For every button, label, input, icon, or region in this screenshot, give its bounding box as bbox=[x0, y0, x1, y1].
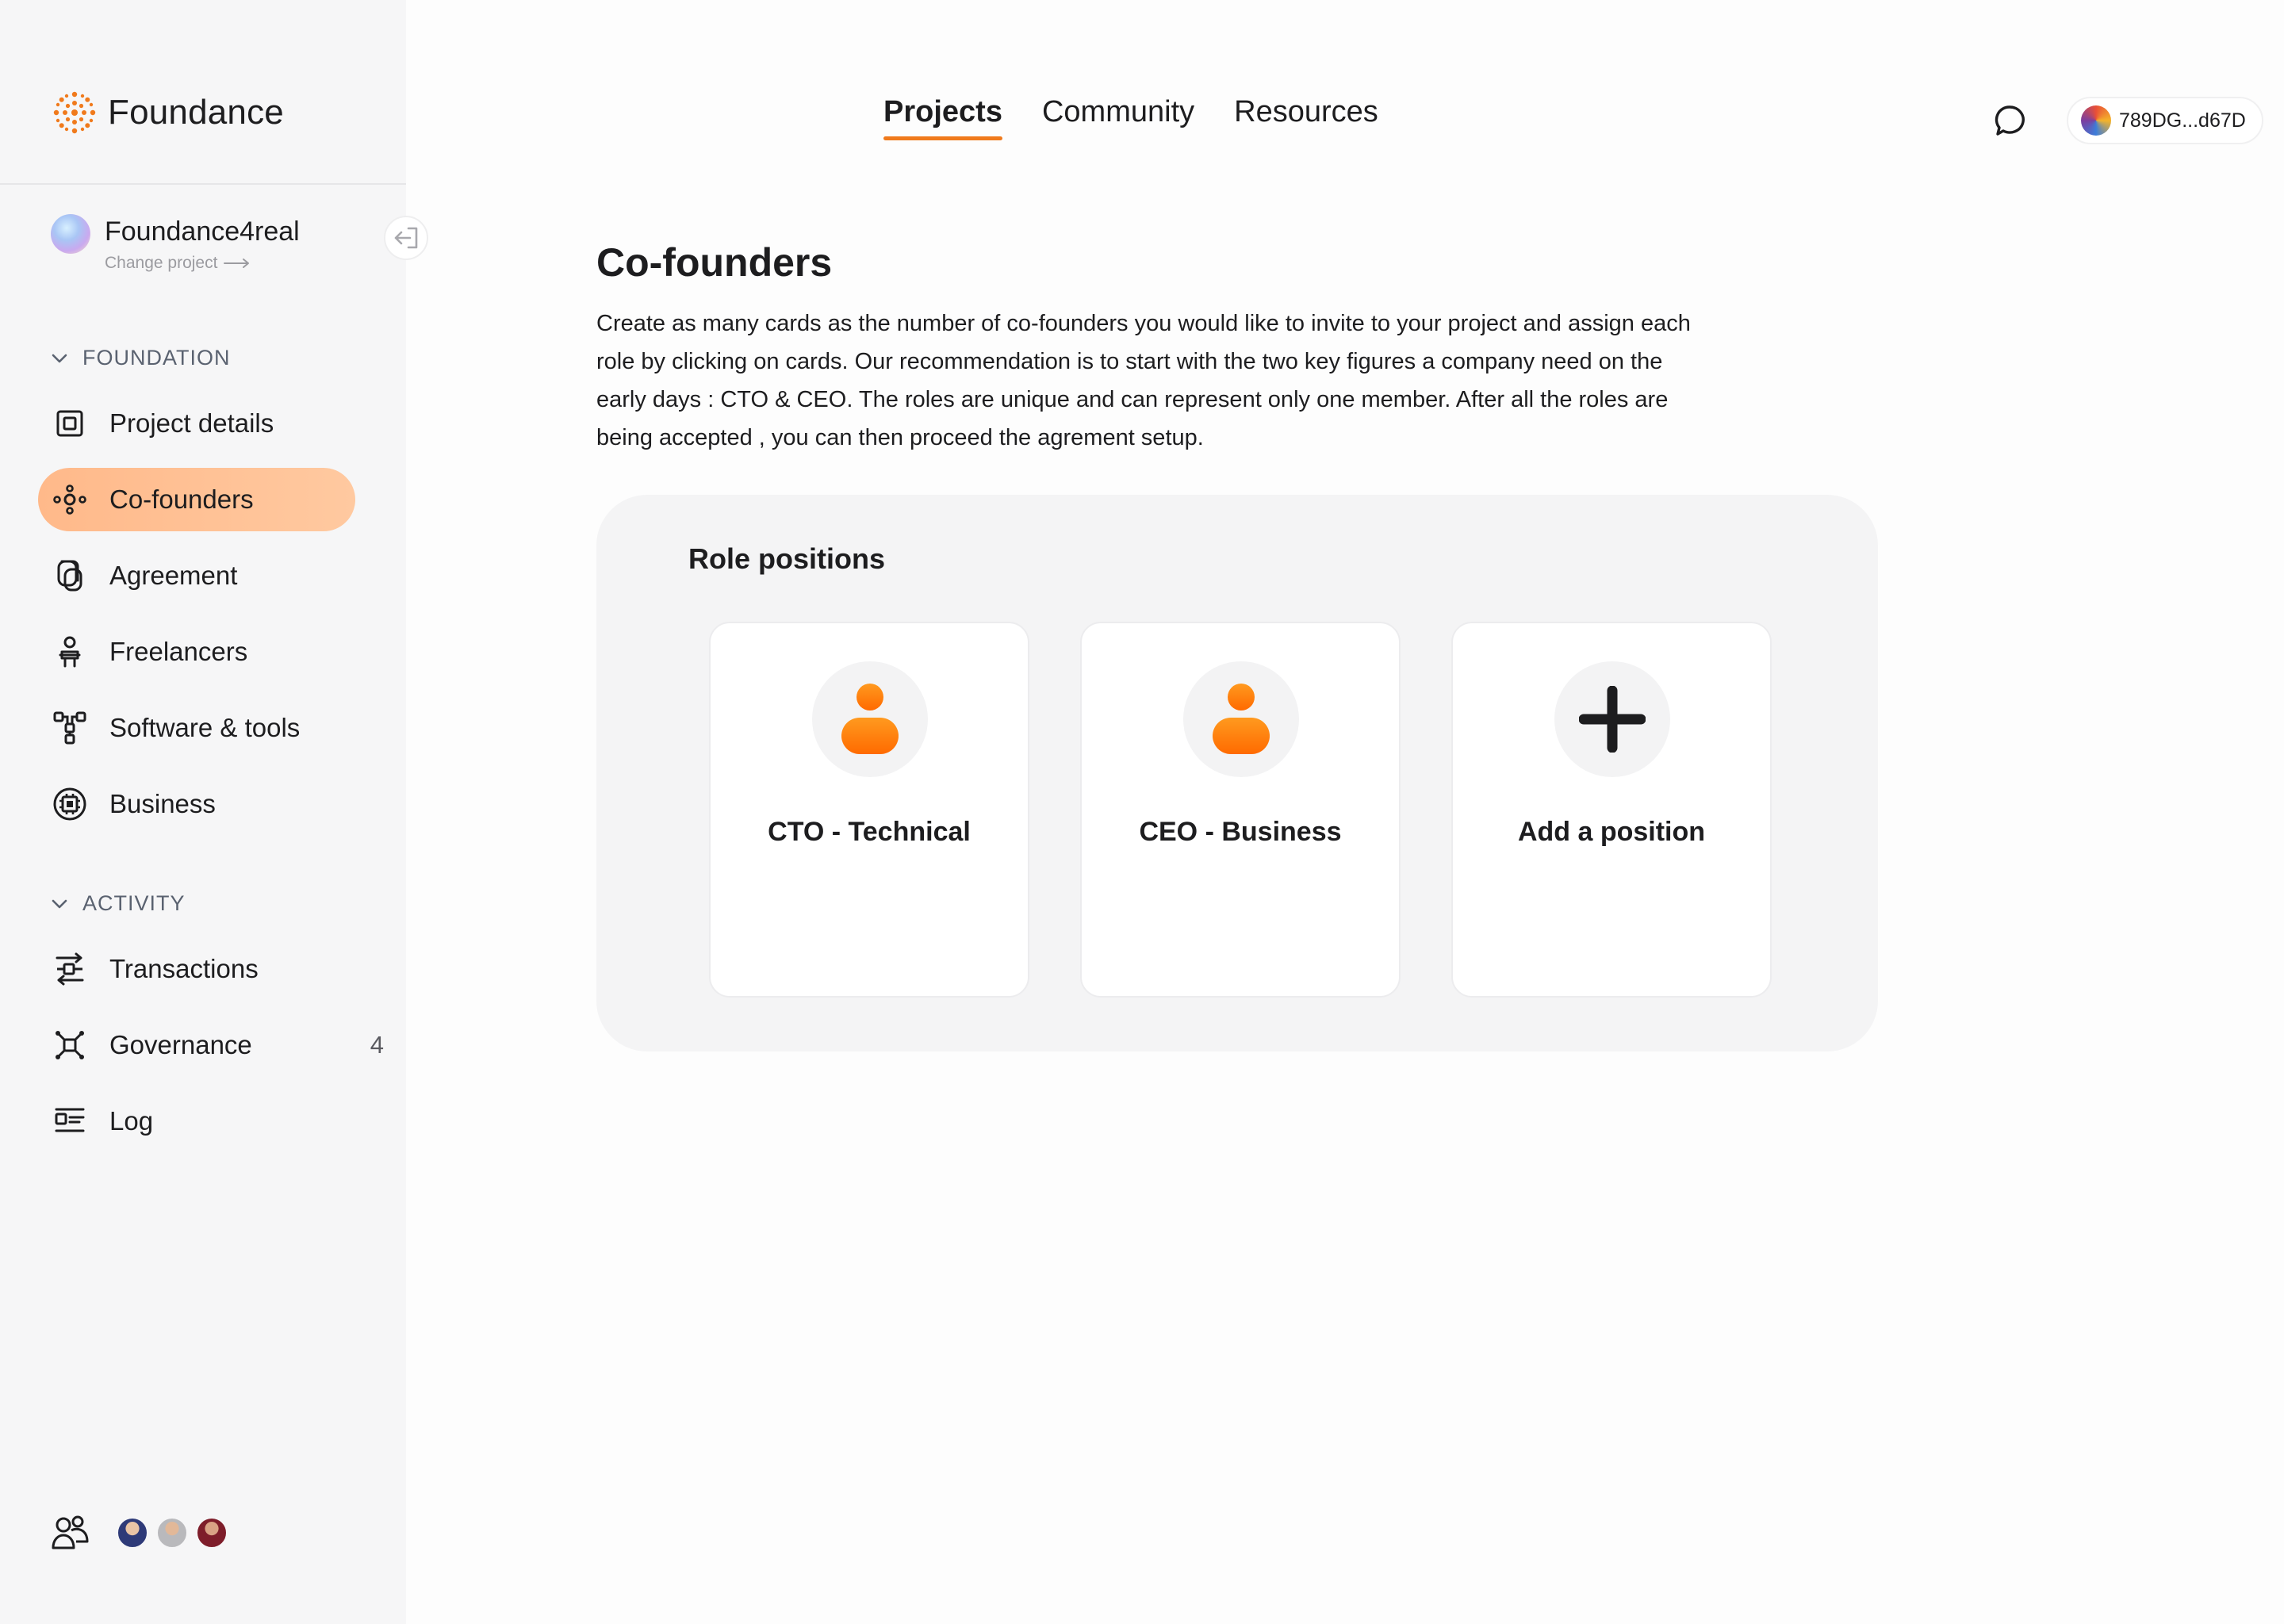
foundance-logo-icon bbox=[53, 91, 96, 134]
freelancers-icon bbox=[52, 634, 87, 669]
chevron-down-icon bbox=[52, 354, 67, 362]
top-navigation: Projects Community Resources bbox=[883, 95, 1378, 140]
wallet-button[interactable]: 789DG...d67D bbox=[2067, 97, 2263, 144]
page-title: Co-founders bbox=[596, 240, 833, 285]
sidebar-item-label: Co-founders bbox=[109, 485, 254, 514]
governance-icon bbox=[52, 1028, 87, 1063]
chat-bubble-icon bbox=[1995, 105, 2025, 136]
collapse-sidebar-button[interactable] bbox=[384, 216, 428, 260]
sidebar-item-freelancers[interactable]: Freelancers bbox=[38, 620, 355, 684]
team-icon bbox=[52, 1515, 89, 1549]
team-avatars bbox=[116, 1516, 228, 1549]
chat-button[interactable] bbox=[1992, 103, 2027, 138]
page-description: Create as many cards as the number of co… bbox=[596, 311, 1691, 450]
agreement-icon bbox=[52, 558, 87, 593]
sidebar-item-project-details[interactable]: Project details bbox=[38, 392, 355, 455]
person-icon bbox=[812, 661, 928, 777]
role-card-ceo[interactable]: CEO - Business bbox=[1080, 622, 1401, 998]
log-icon bbox=[52, 1104, 87, 1139]
sidebar: Foundance Foundance4real Change project … bbox=[0, 0, 428, 1624]
sidebar-item-log[interactable]: Log bbox=[38, 1090, 355, 1153]
role-positions-panel: Role positions CTO - Technical CEO - Bus… bbox=[596, 495, 1878, 1051]
project-name: Foundance4real bbox=[105, 216, 300, 247]
change-project-link[interactable]: Change project bbox=[105, 254, 300, 273]
governance-count-badge: 4 bbox=[370, 1031, 384, 1059]
arrow-right-icon bbox=[224, 259, 250, 268]
chevron-down-icon bbox=[52, 899, 67, 908]
role-card-label: Add a position bbox=[1517, 817, 1706, 847]
project-details-icon bbox=[52, 406, 87, 441]
tab-projects[interactable]: Projects bbox=[883, 95, 1002, 140]
sidebar-item-cofounders[interactable]: Co-founders bbox=[38, 468, 355, 531]
change-project-label: Change project bbox=[105, 254, 218, 272]
team-row[interactable] bbox=[51, 1515, 228, 1551]
sidebar-item-label: Log bbox=[109, 1106, 154, 1136]
member-avatar[interactable] bbox=[195, 1516, 228, 1549]
collapse-icon bbox=[394, 227, 418, 249]
section-activity-label: ACTIVITY bbox=[82, 891, 186, 915]
sidebar-item-software-tools[interactable]: Software & tools bbox=[38, 696, 355, 760]
member-avatar[interactable] bbox=[116, 1516, 149, 1549]
brand[interactable]: Foundance bbox=[51, 89, 284, 136]
member-avatar[interactable] bbox=[155, 1516, 189, 1549]
sidebar-item-label: Agreement bbox=[109, 561, 238, 590]
project-avatar bbox=[51, 214, 90, 254]
sidebar-item-label: Transactions bbox=[109, 954, 259, 983]
plus-icon bbox=[1554, 661, 1670, 777]
wallet-address: 789DG...d67D bbox=[2119, 109, 2246, 132]
add-position-card[interactable]: Add a position bbox=[1451, 622, 1772, 998]
sidebar-item-label: Freelancers bbox=[109, 637, 248, 666]
wallet-avatar bbox=[2081, 105, 2111, 136]
sidebar-item-label: Project details bbox=[109, 408, 274, 438]
role-card-label: CTO - Technical bbox=[768, 817, 971, 847]
section-foundation-label: FOUNDATION bbox=[82, 346, 231, 370]
software-tools-icon bbox=[52, 710, 87, 745]
role-card-cto[interactable]: CTO - Technical bbox=[709, 622, 1029, 998]
sidebar-item-governance[interactable]: Governance 4 bbox=[38, 1013, 384, 1077]
role-card-label: CEO - Business bbox=[1139, 817, 1342, 847]
tab-resources[interactable]: Resources bbox=[1234, 95, 1378, 140]
project-switcher[interactable]: Foundance4real Change project bbox=[51, 213, 300, 273]
sidebar-item-label: Governance bbox=[109, 1030, 252, 1059]
tab-community[interactable]: Community bbox=[1042, 95, 1194, 140]
section-activity-toggle[interactable]: ACTIVITY bbox=[51, 891, 186, 916]
sidebar-divider bbox=[0, 183, 406, 185]
transactions-icon bbox=[52, 952, 87, 986]
section-foundation-toggle[interactable]: FOUNDATION bbox=[51, 346, 231, 370]
brand-name: Foundance bbox=[108, 93, 284, 132]
sidebar-item-label: Business bbox=[109, 789, 216, 818]
business-icon bbox=[52, 787, 87, 822]
sidebar-item-label: Software & tools bbox=[109, 713, 301, 742]
cofounders-icon bbox=[52, 482, 87, 517]
sidebar-item-agreement[interactable]: Agreement bbox=[38, 544, 355, 607]
person-icon bbox=[1183, 661, 1299, 777]
role-positions-title: Role positions bbox=[688, 542, 886, 575]
sidebar-item-business[interactable]: Business bbox=[38, 772, 355, 836]
sidebar-item-transactions[interactable]: Transactions bbox=[38, 937, 355, 1001]
